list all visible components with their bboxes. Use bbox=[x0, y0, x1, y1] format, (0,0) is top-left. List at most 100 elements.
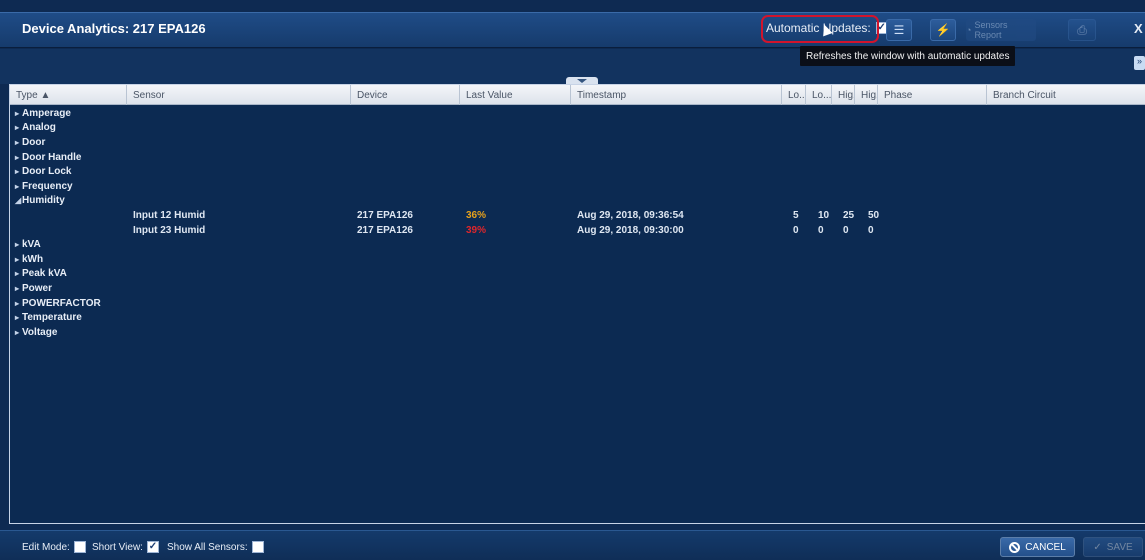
column-type[interactable]: Type ▲ bbox=[10, 85, 127, 105]
group-row[interactable]: ▸ kWh bbox=[10, 252, 1145, 267]
group-row[interactable]: ▸ Door Handle bbox=[10, 150, 1145, 165]
group-label: Humidity bbox=[22, 195, 65, 207]
window-title: Device Analytics: 217 EPA126 bbox=[22, 21, 206, 36]
collapsed-caret-icon[interactable]: ▸ bbox=[15, 153, 22, 162]
group-row[interactable]: ▸ Temperature bbox=[10, 310, 1145, 325]
group-label: Analog bbox=[22, 122, 56, 134]
edit-mode-label: Edit Mode: bbox=[22, 541, 70, 553]
chart-button[interactable]: ⚡ bbox=[930, 19, 956, 41]
cell-device: 217 EPA126 bbox=[357, 224, 413, 236]
group-label: Door bbox=[22, 136, 46, 148]
sensors-report-button[interactable]: ◔ Sensors Report bbox=[966, 19, 1036, 41]
cell-hi2: 50 bbox=[868, 209, 880, 221]
group-label: Power bbox=[22, 282, 53, 294]
table-row[interactable]: Input 23 Humid 217 EPA126 39% Aug 29, 2018,… bbox=[10, 223, 1145, 238]
collapsed-caret-icon[interactable]: ▸ bbox=[15, 328, 22, 337]
group-row[interactable]: ▸ kVA bbox=[10, 237, 1145, 252]
column-timestamp[interactable]: Timestamp bbox=[571, 85, 782, 105]
group-label: Voltage bbox=[22, 326, 58, 338]
grid-rows: ▸ Amperage ▸ Analog ▸ Door ▸ Door Handle ▸ Door L… bbox=[10, 106, 1145, 340]
close-icon[interactable]: X bbox=[1134, 21, 1143, 36]
short-view-checkbox[interactable]: ✓ bbox=[146, 541, 159, 553]
table-row[interactable]: Input 12 Humid 217 EPA126 36% Aug 29, 2018,… bbox=[10, 208, 1145, 223]
column-phase[interactable]: Phase bbox=[878, 85, 987, 105]
group-row[interactable]: ◢ Humidity bbox=[10, 194, 1145, 209]
group-label: kVA bbox=[22, 239, 41, 251]
cell-timestamp: Aug 29, 2018, 09:30:00 bbox=[577, 224, 684, 236]
column-low-alarm[interactable]: Lo... bbox=[782, 85, 806, 105]
column-high-warning[interactable]: Hig... bbox=[832, 85, 855, 105]
show-all-sensors-label: Show All Sensors: bbox=[167, 541, 248, 553]
side-panel-icon[interactable]: » bbox=[1134, 56, 1145, 70]
device-analytics-window: Device Analytics: 217 EPA126 Automatic U… bbox=[0, 0, 1145, 560]
save-button[interactable]: ✓ SAVE bbox=[1083, 537, 1143, 557]
group-row[interactable]: ▸ Analog bbox=[10, 121, 1145, 136]
list-view-icon: ☰ bbox=[893, 23, 905, 37]
column-device[interactable]: Device bbox=[351, 85, 460, 105]
cell-timestamp: Aug 29, 2018, 09:36:54 bbox=[577, 209, 684, 221]
cancel-icon bbox=[1009, 541, 1021, 553]
cell-last-value: 39% bbox=[466, 224, 487, 236]
cell-lo2: 0 bbox=[818, 224, 824, 236]
group-label: Temperature bbox=[22, 312, 82, 324]
column-high-alarm[interactable]: Hig... bbox=[855, 85, 878, 105]
cell-device: 217 EPA126 bbox=[357, 209, 413, 221]
save-label: SAVE bbox=[1106, 541, 1133, 553]
chart-icon: ⚡ bbox=[935, 23, 951, 37]
group-row[interactable]: ▸ Door Lock bbox=[10, 164, 1145, 179]
cell-lo2: 10 bbox=[818, 209, 830, 221]
cancel-button[interactable]: CANCEL bbox=[1000, 537, 1075, 557]
save-icon: ✓ bbox=[1093, 541, 1102, 553]
cell-sensor: Input 23 Humid bbox=[133, 224, 206, 236]
sensors-report-label: Sensors Report bbox=[974, 20, 1008, 40]
sensor-grid: Type ▲ Sensor Device Last Value Timestam… bbox=[9, 84, 1145, 524]
collapsed-caret-icon[interactable]: ▸ bbox=[15, 299, 22, 308]
cell-sensor: Input 12 Humid bbox=[133, 209, 206, 221]
collapsed-caret-icon[interactable]: ▸ bbox=[15, 109, 22, 118]
group-row[interactable]: ▸ Power bbox=[10, 281, 1145, 296]
cell-lo1: 5 bbox=[793, 209, 799, 221]
show-all-sensors-checkbox[interactable]: ✓ bbox=[251, 541, 264, 553]
print-icon: ⎙ bbox=[1077, 22, 1087, 37]
column-low-warning[interactable]: Lo... bbox=[806, 85, 832, 105]
group-label: Peak kVA bbox=[22, 268, 67, 280]
collapsed-caret-icon[interactable]: ▸ bbox=[15, 284, 22, 293]
collapsed-caret-icon[interactable]: ▸ bbox=[15, 182, 22, 191]
group-label: kWh bbox=[22, 253, 44, 265]
group-label: Amperage bbox=[22, 107, 71, 119]
edit-mode-checkbox[interactable]: ✓ bbox=[73, 541, 86, 553]
cell-hi1: 0 bbox=[843, 224, 849, 236]
column-sensor[interactable]: Sensor bbox=[127, 85, 351, 105]
cancel-label: CANCEL bbox=[1025, 541, 1066, 553]
group-row[interactable]: ▸ Door bbox=[10, 135, 1145, 150]
grid-header: Type ▲ Sensor Device Last Value Timestam… bbox=[10, 85, 1145, 105]
footer-bar: Edit Mode: ✓ Short View: ✓ Show All Sens… bbox=[0, 530, 1145, 560]
column-branch-circuit[interactable]: Branch Circuit bbox=[987, 85, 1145, 105]
print-button[interactable]: ⎙ bbox=[1068, 19, 1096, 41]
auto-updates-tooltip: Refreshes the window with automatic upda… bbox=[800, 46, 1016, 66]
expanded-caret-icon[interactable]: ◢ bbox=[15, 196, 22, 205]
column-last-value[interactable]: Last Value bbox=[460, 85, 571, 105]
collapsed-caret-icon[interactable]: ▸ bbox=[15, 123, 22, 132]
collapsed-caret-icon[interactable]: ▸ bbox=[15, 167, 22, 176]
group-row[interactable]: ▸ Peak kVA bbox=[10, 267, 1145, 282]
collapsed-caret-icon[interactable]: ▸ bbox=[15, 313, 22, 322]
group-label: Frequency bbox=[22, 180, 73, 192]
cell-hi1: 25 bbox=[843, 209, 855, 221]
group-label: Door Handle bbox=[22, 151, 82, 163]
collapsed-caret-icon[interactable]: ▸ bbox=[15, 269, 22, 278]
collapsed-caret-icon[interactable]: ▸ bbox=[15, 240, 22, 249]
sensors-report-icon: ◔ bbox=[966, 25, 972, 35]
group-label: POWERFACTOR bbox=[22, 297, 101, 309]
group-row[interactable]: ▸ Frequency bbox=[10, 179, 1145, 194]
list-view-button[interactable]: ☰ bbox=[886, 19, 912, 41]
edit-mode-control: Edit Mode: ✓ bbox=[22, 541, 86, 553]
show-all-sensors-control: Show All Sensors: ✓ bbox=[167, 541, 264, 553]
group-label: Door Lock bbox=[22, 166, 72, 178]
cell-lo1: 0 bbox=[793, 224, 799, 236]
group-row[interactable]: ▸ Amperage bbox=[10, 106, 1145, 121]
group-row[interactable]: ▸ POWERFACTOR bbox=[10, 296, 1145, 311]
collapsed-caret-icon[interactable]: ▸ bbox=[15, 255, 22, 264]
collapsed-caret-icon[interactable]: ▸ bbox=[15, 138, 22, 147]
group-row[interactable]: ▸ Voltage bbox=[10, 325, 1145, 340]
